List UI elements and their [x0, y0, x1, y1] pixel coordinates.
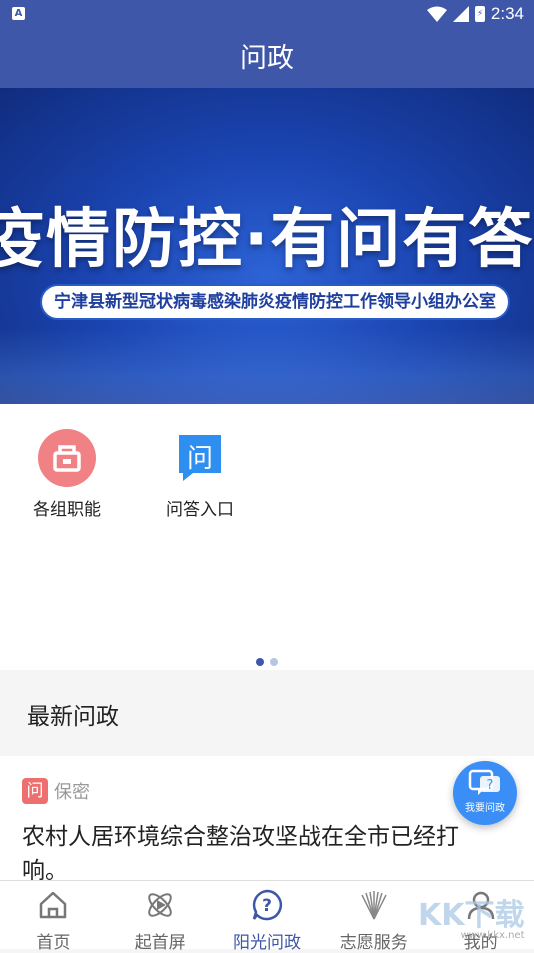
quick-action-label: 各组职能: [33, 500, 101, 520]
banner-headline: 疫情防控·有问有答: [0, 203, 534, 277]
svg-text:?: ?: [487, 778, 494, 793]
tab-label: 起首屏: [134, 933, 186, 953]
banner-subtitle: 宁津县新型冠状病毒感染肺炎疫情防控工作领导小组办公室: [40, 284, 510, 320]
tab-label: 志愿服务: [339, 933, 408, 953]
section-title: 最新问政: [27, 704, 119, 730]
quick-action-label: 问答入口: [166, 500, 234, 520]
ask-question-button[interactable]: ? 我要问政: [453, 761, 517, 825]
list-item[interactable]: 问 保密 农村人居环境综合整治攻坚战在全市已经打响。: [0, 756, 534, 880]
tab-label: 首页: [36, 933, 71, 953]
question-chat-glyph: 问: [186, 444, 213, 474]
status-time: 2:34: [490, 4, 524, 23]
svg-text:?: ?: [262, 896, 272, 916]
carousel-dots[interactable]: [0, 651, 534, 670]
question-circle-icon: ?: [252, 889, 283, 921]
question-chat-icon: 问: [171, 429, 229, 487]
battery-icon: ⚡: [474, 6, 485, 22]
quick-action-qa[interactable]: 问 问答入口: [140, 429, 260, 520]
tab-start-screen[interactable]: 起首屏: [107, 881, 214, 953]
status-bar: A ⚡ 2:34: [0, 0, 534, 30]
privacy-label: 保密: [54, 782, 90, 803]
home-icon: [40, 891, 67, 919]
carousel-dot[interactable]: [270, 658, 278, 666]
quick-actions: 各组职能 问 问答入口: [0, 404, 534, 670]
building-icon: [38, 429, 96, 487]
quick-action-functions[interactable]: 各组职能: [7, 429, 127, 520]
item-title: 农村人居环境综合整治攻坚战在全市已经打响。: [22, 824, 459, 880]
watermark-brand: KK下载: [418, 898, 525, 933]
item-tag: 问 保密: [22, 778, 90, 804]
page-title: 问政: [0, 30, 534, 88]
tab-home[interactable]: 首页: [0, 881, 107, 953]
play-atom-icon: [148, 893, 172, 917]
latest-section-header: 最新问政: [0, 670, 534, 756]
carousel-dot-active[interactable]: [256, 658, 264, 666]
question-bubble-icon: ?: [468, 769, 500, 795]
question-tag-icon: 问: [22, 778, 48, 804]
banner-glow: [0, 328, 534, 404]
app-notification-icon: A: [12, 7, 25, 20]
tab-sunshine-inquiry[interactable]: ? 阳光问政: [214, 881, 321, 953]
tab-volunteer[interactable]: 志愿服务: [320, 881, 427, 953]
fab-label: 我要问政: [465, 803, 505, 814]
tab-label: 阳光问政: [232, 933, 301, 953]
banner-carousel[interactable]: 疫情防控·有问有答 宁津县新型冠状病毒感染肺炎疫情防控工作领导小组办公室: [0, 88, 534, 404]
watermark: KK下载 www.kkx.net: [418, 890, 525, 941]
signal-icon: [452, 6, 469, 22]
wifi-icon: [426, 6, 447, 22]
volunteer-icon: [361, 891, 387, 920]
